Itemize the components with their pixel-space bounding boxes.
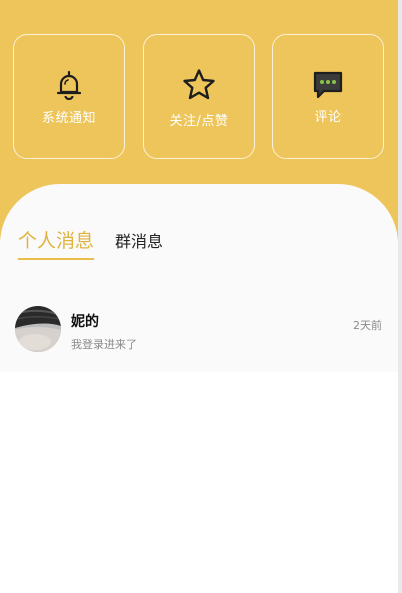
message-time: 2天前 <box>353 319 382 332</box>
tab-group-messages[interactable]: 群消息 <box>115 228 163 252</box>
system-notice-label: 系统通知 <box>41 111 96 126</box>
star-icon <box>144 67 254 103</box>
tab-personal-messages[interactable]: 个人消息 <box>18 226 94 261</box>
messages-screen: 系统通知 关注/点赞 评论 个人消息 群消息 妮的 我登录进来了 2天前 <box>0 0 402 593</box>
comment-icon <box>273 67 383 103</box>
list-item[interactable]: 妮的 我登录进来了 2天前 <box>0 296 398 366</box>
follow-like-button[interactable]: 关注/点赞 <box>143 34 255 159</box>
comment-label: 评论 <box>314 110 342 125</box>
sender-name: 妮的 <box>71 314 99 330</box>
follow-like-label: 关注/点赞 <box>169 114 229 129</box>
system-notice-button[interactable]: 系统通知 <box>13 34 125 159</box>
avatar <box>15 306 61 352</box>
comment-button[interactable]: 评论 <box>272 34 384 159</box>
message-preview: 我登录进来了 <box>71 338 137 351</box>
bell-icon <box>14 67 124 103</box>
active-tab-indicator <box>18 258 94 260</box>
scroll-edge <box>398 0 402 593</box>
